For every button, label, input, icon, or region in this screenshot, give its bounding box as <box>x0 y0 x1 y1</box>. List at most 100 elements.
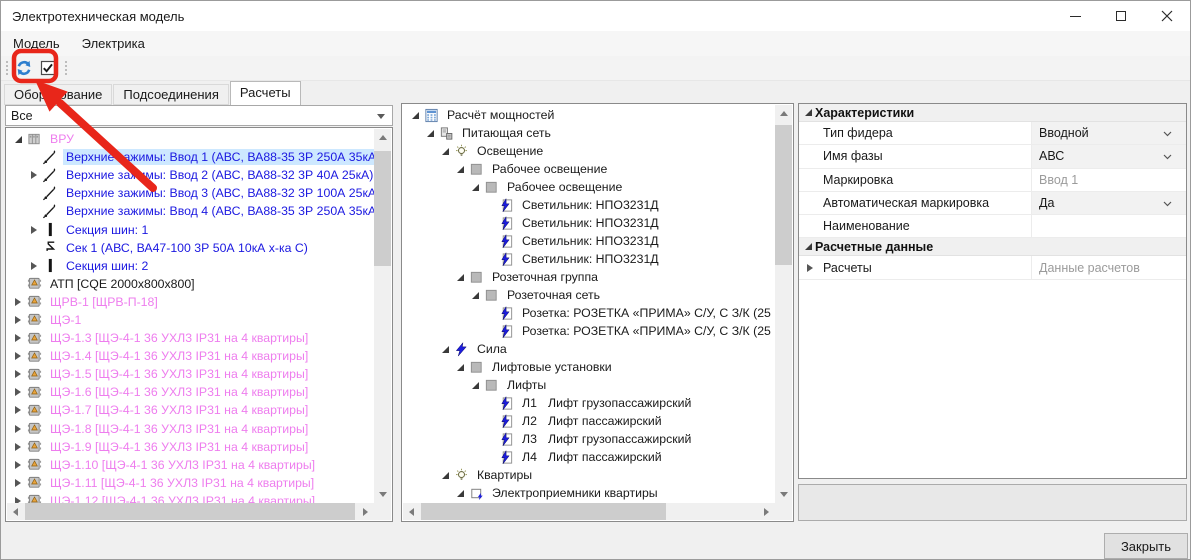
tree-expander-icon[interactable] <box>11 352 25 360</box>
tree-item[interactable]: Верхние зажимы: Ввод 1 (АВС, ВА88-35 3Р … <box>7 148 374 166</box>
menu-item[interactable]: Модель <box>3 36 70 51</box>
tree-item[interactable]: ЩЭ-1.5 [ЩЭ-4-1 36 УХЛ3 IP31 на 4 квартир… <box>7 365 374 383</box>
menu-item[interactable]: Электрика <box>72 36 155 51</box>
maximize-button[interactable] <box>1098 1 1144 31</box>
tab[interactable]: Расчеты <box>230 81 301 105</box>
tree-item[interactable]: ЩЭ-1.7 [ЩЭ-4-1 36 УХЛ3 IP31 на 4 квартир… <box>7 401 374 419</box>
refresh-button[interactable] <box>12 57 36 79</box>
scroll-left-button[interactable] <box>7 503 24 520</box>
minimize-button[interactable] <box>1052 1 1098 31</box>
toolbar-grip[interactable] <box>63 59 68 77</box>
horizontal-scrollbar[interactable] <box>403 503 775 520</box>
tree-item[interactable]: Освещение <box>403 142 775 160</box>
tree-expander-icon[interactable] <box>11 406 25 414</box>
tree-item[interactable]: ЩЭ-1.3 [ЩЭ-4-1 36 УХЛ3 IP31 на 4 квартир… <box>7 329 374 347</box>
tree-item[interactable]: ЩЭ-1.4 [ЩЭ-4-1 36 УХЛ3 IP31 на 4 квартир… <box>7 347 374 365</box>
property-dropdown[interactable]: Вводной <box>1032 122 1186 144</box>
property-dropdown[interactable]: Да <box>1032 192 1186 214</box>
tree-item[interactable]: ЩРВ-1 [ЩРВ-П-18] <box>7 293 374 311</box>
tree-item[interactable]: АТП [CQE 2000x800x800] <box>7 275 374 293</box>
tree-item[interactable]: ЩЭ-1.11 [ЩЭ-4-1 36 УХЛ3 IP31 на 4 кварти… <box>7 474 374 492</box>
tree-expander-icon[interactable] <box>438 346 452 353</box>
tree-item[interactable]: ЩЭ-1.6 [ЩЭ-4-1 36 УХЛ3 IP31 на 4 квартир… <box>7 383 374 401</box>
tree-item[interactable]: Секция шин: 2 <box>7 257 374 275</box>
tree-expander-icon[interactable] <box>27 171 41 179</box>
tree-item[interactable]: ЩЭ-1.12 [ЩЭ-4-1 36 УХЛ3 IP31 на 4 кварти… <box>7 492 374 503</box>
check-model-button[interactable] <box>36 57 60 79</box>
tree-item[interactable]: Рабочее освещение <box>403 160 775 178</box>
tree-item[interactable]: Светильник: НПО3231Д <box>403 196 775 214</box>
tree-item[interactable]: Верхние зажимы: Ввод 2 (АВС, ВА88-32 3Р … <box>7 166 374 184</box>
property-section-header[interactable]: Характеристики <box>799 104 1186 122</box>
tree-expander-icon[interactable] <box>438 148 452 155</box>
property-value[interactable]: Ввод 1 <box>1032 169 1186 191</box>
tree-expander-icon[interactable] <box>11 298 25 306</box>
tree-expander-icon[interactable] <box>408 112 422 119</box>
tree-item[interactable]: Питающая сеть <box>403 124 775 142</box>
vertical-scrollbar[interactable] <box>775 105 792 503</box>
tree-expander-icon[interactable] <box>27 226 41 234</box>
tree-expander-icon[interactable] <box>11 136 25 143</box>
tree-expander-icon[interactable] <box>11 461 25 469</box>
tree-expander-icon[interactable] <box>468 382 482 389</box>
tree-expander-icon[interactable] <box>11 334 25 342</box>
tree-item[interactable]: Светильник: НПО3231Д <box>403 232 775 250</box>
scrollbar-thumb[interactable] <box>374 151 391 266</box>
row-expander-icon[interactable] <box>803 264 817 272</box>
tree-item[interactable]: Лифтовые установки <box>403 358 775 376</box>
property-section-header[interactable]: Расчетные данные <box>799 238 1186 256</box>
tree-expander-icon[interactable] <box>423 130 437 137</box>
tree-item[interactable]: Квартиры <box>403 466 775 484</box>
scroll-up-button[interactable] <box>775 105 792 122</box>
tree-item[interactable]: Верхние зажимы: Ввод 4 (АВС, ВА88-35 3Р … <box>7 202 374 220</box>
property-value[interactable] <box>1032 215 1186 237</box>
tree-expander-icon[interactable] <box>11 388 25 396</box>
scroll-right-button[interactable] <box>758 503 775 520</box>
section-expander-icon[interactable] <box>801 243 815 250</box>
close-window-button[interactable] <box>1144 1 1190 31</box>
tree-expander-icon[interactable] <box>11 316 25 324</box>
scroll-left-button[interactable] <box>403 503 420 520</box>
tree-expander-icon[interactable] <box>11 425 25 433</box>
tree-item[interactable]: Рабочее освещение <box>403 178 775 196</box>
tree-item[interactable]: ЩЭ-1 <box>7 311 374 329</box>
scrollbar-thumb[interactable] <box>775 125 792 265</box>
tree-item[interactable]: Сила <box>403 340 775 358</box>
tree-expander-icon[interactable] <box>453 274 467 281</box>
tree-expander-icon[interactable] <box>438 472 452 479</box>
tree-expander-icon[interactable] <box>468 184 482 191</box>
tree-item[interactable]: ЩЭ-1.9 [ЩЭ-4-1 36 УХЛ3 IP31 на 4 квартир… <box>7 438 374 456</box>
filter-combobox[interactable]: Все <box>5 105 393 126</box>
tree-item[interactable]: Розетка: РОЗЕТКА «ПРИМА» С/У, С З/К (25 <box>403 304 775 322</box>
tree-item[interactable]: ЩЭ-1.8 [ЩЭ-4-1 36 УХЛ3 IP31 на 4 квартир… <box>7 420 374 438</box>
tree-expander-icon[interactable] <box>11 443 25 451</box>
tree-item[interactable]: ВРУ <box>7 130 374 148</box>
horizontal-scrollbar[interactable] <box>7 503 374 520</box>
tree-item[interactable]: Сек 1 (АВС, ВА47-100 3Р 50А 10кА х-ка С) <box>7 239 374 257</box>
scroll-down-button[interactable] <box>374 486 391 503</box>
tree-item[interactable]: Розеточная группа <box>403 268 775 286</box>
tree-expander-icon[interactable] <box>11 370 25 378</box>
tree-expander-icon[interactable] <box>27 262 41 270</box>
tree-item[interactable]: Розетка: РОЗЕТКА «ПРИМА» С/У, С З/К (25 <box>403 322 775 340</box>
property-dropdown[interactable]: АВС <box>1032 145 1186 167</box>
tree-item[interactable]: Л3Лифт грузопассажирский <box>403 430 775 448</box>
toolbar-grip[interactable] <box>4 59 9 77</box>
tree-item[interactable]: Л4Лифт пассажирский <box>403 448 775 466</box>
scrollbar-thumb[interactable] <box>421 503 666 520</box>
section-expander-icon[interactable] <box>801 109 815 116</box>
tree-item[interactable]: Л1Лифт грузопассажирский <box>403 394 775 412</box>
tree-item[interactable]: Расчёт мощностей <box>403 106 775 124</box>
tree-expander-icon[interactable] <box>453 364 467 371</box>
close-button[interactable]: Закрыть <box>1104 533 1188 559</box>
scroll-right-button[interactable] <box>357 503 374 520</box>
tab[interactable]: Оборудование <box>4 84 112 105</box>
scrollbar-thumb[interactable] <box>25 503 355 520</box>
tree-item[interactable]: ЩЭ-1.10 [ЩЭ-4-1 36 УХЛ3 IP31 на 4 кварти… <box>7 456 374 474</box>
tab[interactable]: Подсоединения <box>113 84 228 105</box>
scroll-down-button[interactable] <box>775 486 792 503</box>
tree-item[interactable]: Л2Лифт пассажирский <box>403 412 775 430</box>
tree-item[interactable]: Светильник: НПО3231Д <box>403 250 775 268</box>
tree-item[interactable]: Секция шин: 1 <box>7 220 374 238</box>
tree-item[interactable]: Розеточная сеть <box>403 286 775 304</box>
